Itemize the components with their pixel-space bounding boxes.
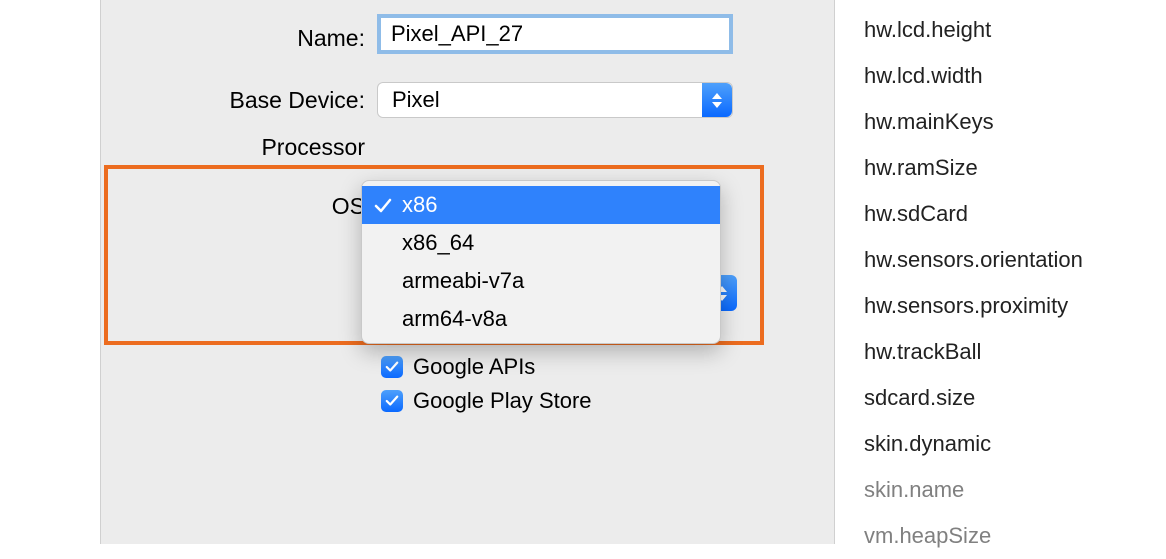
list-item[interactable]: hw.mainKeys [864,99,1154,145]
list-item[interactable]: hw.sensors.orientation [864,237,1154,283]
dropdown-item-x86_64[interactable]: x86_64 [362,224,720,262]
list-item[interactable]: sdcard.size [864,375,1154,421]
list-item[interactable]: hw.sensors.proximity [864,283,1154,329]
row-base-device: Base Device: Pixel [101,82,834,118]
name-input-wrapper [377,14,733,54]
dropdown-item-arm64-v8a[interactable]: arm64-v8a [362,300,720,338]
dropdown-item-x86[interactable]: x86 [362,186,720,224]
dropdown-item-armeabi-v7a[interactable]: armeabi-v7a [362,262,720,300]
list-item[interactable]: skin.name [864,467,1154,513]
dropdown-item-label: armeabi-v7a [402,268,524,294]
processor-dropdown: x86 x86_64 armeabi-v7a arm64-v8a [361,180,721,344]
list-item[interactable]: hw.lcd.width [864,53,1154,99]
select-stepper-icon [702,83,732,117]
list-item[interactable]: hw.lcd.height [864,7,1154,53]
os-label: OS [101,193,365,220]
check-icon [385,360,399,374]
list-item[interactable]: vm.heapSize [864,513,1154,559]
name-input[interactable] [377,14,733,54]
google-apis-label: Google APIs [413,354,535,380]
google-play-label: Google Play Store [413,388,592,414]
base-device-value: Pixel [378,87,440,113]
property-list: hw.lcd.height hw.lcd.width hw.mainKeys h… [864,7,1154,559]
processor-label: Processor [101,134,365,161]
list-item[interactable]: skin.dynamic [864,421,1154,467]
dropdown-item-label: x86 [402,192,437,218]
row-name: Name: [101,14,834,54]
google-apis-checkbox[interactable] [381,356,403,378]
list-item[interactable]: hw.trackBall [864,329,1154,375]
name-label: Name: [101,17,365,52]
dropdown-item-label: arm64-v8a [402,306,507,332]
list-item[interactable]: hw.ramSize [864,145,1154,191]
google-play-checkbox[interactable] [381,390,403,412]
row-processor: Processor [101,134,834,161]
dropdown-item-label: x86_64 [402,230,474,256]
check-icon [385,394,399,408]
checkmark-icon [374,195,392,213]
list-item[interactable]: hw.sdCard [864,191,1154,237]
base-device-select[interactable]: Pixel [377,82,733,118]
base-device-label: Base Device: [101,87,365,114]
google-apis-checkbox-row: Google APIs [381,354,834,380]
google-play-checkbox-row: Google Play Store [381,388,834,414]
